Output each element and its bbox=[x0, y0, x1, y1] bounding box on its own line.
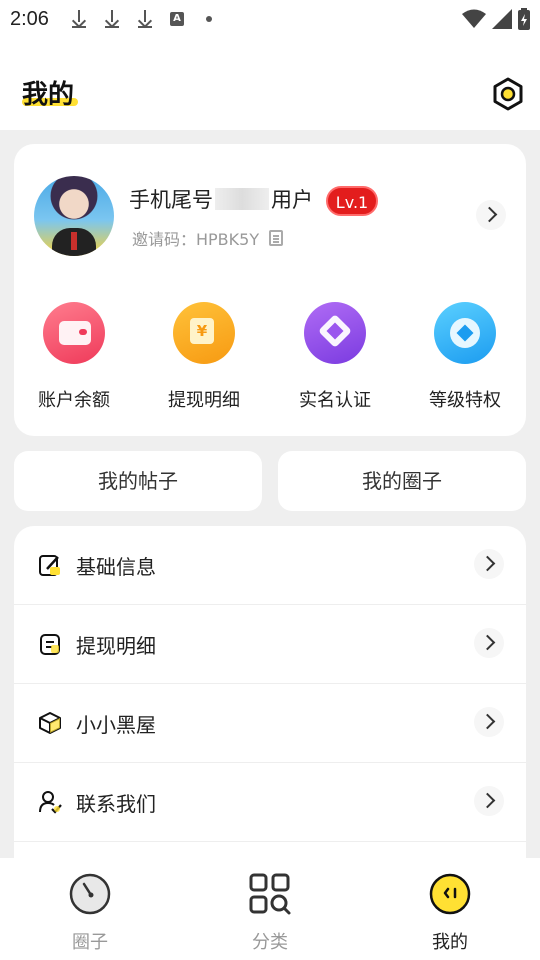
edit-icon bbox=[39, 555, 60, 576]
a-icon: A bbox=[169, 12, 184, 26]
category-icon bbox=[249, 873, 291, 915]
menu-item-contact-us[interactable]: 联系我们 bbox=[14, 763, 526, 842]
download-icon bbox=[71, 10, 87, 28]
quick-label: 等级特权 bbox=[429, 390, 501, 411]
contact-icon bbox=[39, 791, 62, 814]
status-bar: 2:06 A bbox=[0, 0, 540, 38]
bottom-nav: 圈子 分类 我的 bbox=[0, 858, 540, 960]
menu-label: 小小黑屋 bbox=[76, 713, 156, 737]
settings-menu: 基础信息 提现明细 小小黑屋 联系我们 bbox=[14, 526, 526, 866]
menu-item-little-black-room[interactable]: 小小黑屋 bbox=[14, 684, 526, 763]
menu-label: 基础信息 bbox=[76, 555, 156, 579]
invite-code: 邀请码：HPBK5Y bbox=[132, 230, 260, 249]
chevron-right-icon bbox=[474, 707, 504, 737]
chevron-right-icon bbox=[474, 628, 504, 658]
quick-label: 账户余额 bbox=[38, 390, 110, 411]
nav-label: 圈子 bbox=[72, 932, 108, 953]
quick-label: 提现明细 bbox=[168, 390, 240, 411]
my-posts-button[interactable]: 我的帖子 bbox=[14, 451, 262, 511]
quick-level-privileges[interactable]: 等级特权 bbox=[410, 302, 520, 412]
status-time: 2:06 bbox=[10, 7, 49, 30]
menu-item-basic-info[interactable]: 基础信息 bbox=[14, 526, 526, 605]
wifi-icon bbox=[462, 9, 486, 28]
nav-label: 分类 bbox=[252, 932, 288, 953]
profile-chevron-right-icon[interactable] bbox=[476, 200, 506, 230]
quick-real-name-auth[interactable]: 实名认证 bbox=[280, 302, 390, 412]
compass-icon bbox=[69, 873, 111, 915]
my-circles-button[interactable]: 我的圈子 bbox=[278, 451, 526, 511]
menu-item-withdrawal-details[interactable]: 提现明细 bbox=[14, 605, 526, 684]
nav-categories[interactable]: 分类 bbox=[220, 872, 320, 954]
level-badge: Lv.1 bbox=[326, 186, 378, 216]
quick-withdrawal-details[interactable]: 提现明细 bbox=[149, 302, 259, 412]
wallet-icon bbox=[43, 302, 105, 364]
dot-icon bbox=[205, 16, 212, 22]
copy-icon[interactable] bbox=[269, 230, 284, 246]
profile-face-icon bbox=[429, 873, 471, 915]
quick-account-balance[interactable]: 账户余额 bbox=[19, 302, 129, 412]
document-icon bbox=[40, 634, 60, 655]
diamond-icon bbox=[304, 302, 366, 364]
nav-mine[interactable]: 我的 bbox=[400, 872, 500, 954]
yen-icon bbox=[173, 302, 235, 364]
menu-label: 提现明细 bbox=[76, 634, 156, 658]
masked-phone bbox=[215, 188, 269, 210]
menu-label: 联系我们 bbox=[76, 792, 156, 816]
settings-icon[interactable] bbox=[490, 76, 526, 112]
quick-label: 实名认证 bbox=[299, 390, 371, 411]
battery-icon bbox=[518, 8, 530, 30]
page-title: 我的 bbox=[22, 80, 75, 110]
user-name-prefix: 手机尾号 bbox=[129, 188, 213, 212]
nav-label: 我的 bbox=[432, 932, 468, 953]
page-header: 我的 bbox=[0, 38, 540, 130]
cube-icon bbox=[39, 712, 61, 734]
download-icon bbox=[137, 10, 153, 28]
chevron-right-icon bbox=[474, 549, 504, 579]
profile-card: 手机尾号 用户 Lv.1 邀请码：HPBK5Y 账户余额 提现明细 实名认证 等… bbox=[14, 144, 526, 436]
nav-circles[interactable]: 圈子 bbox=[40, 872, 140, 954]
download-icon bbox=[104, 10, 120, 28]
chevron-right-icon bbox=[474, 786, 504, 816]
signal-icon bbox=[492, 9, 512, 29]
invite-code-row: 邀请码：HPBK5Y bbox=[132, 226, 284, 250]
user-name-suffix: 用户 bbox=[271, 188, 313, 212]
badge-icon bbox=[434, 302, 496, 364]
avatar[interactable] bbox=[34, 176, 114, 256]
user-name[interactable]: 手机尾号 用户 bbox=[129, 184, 313, 214]
